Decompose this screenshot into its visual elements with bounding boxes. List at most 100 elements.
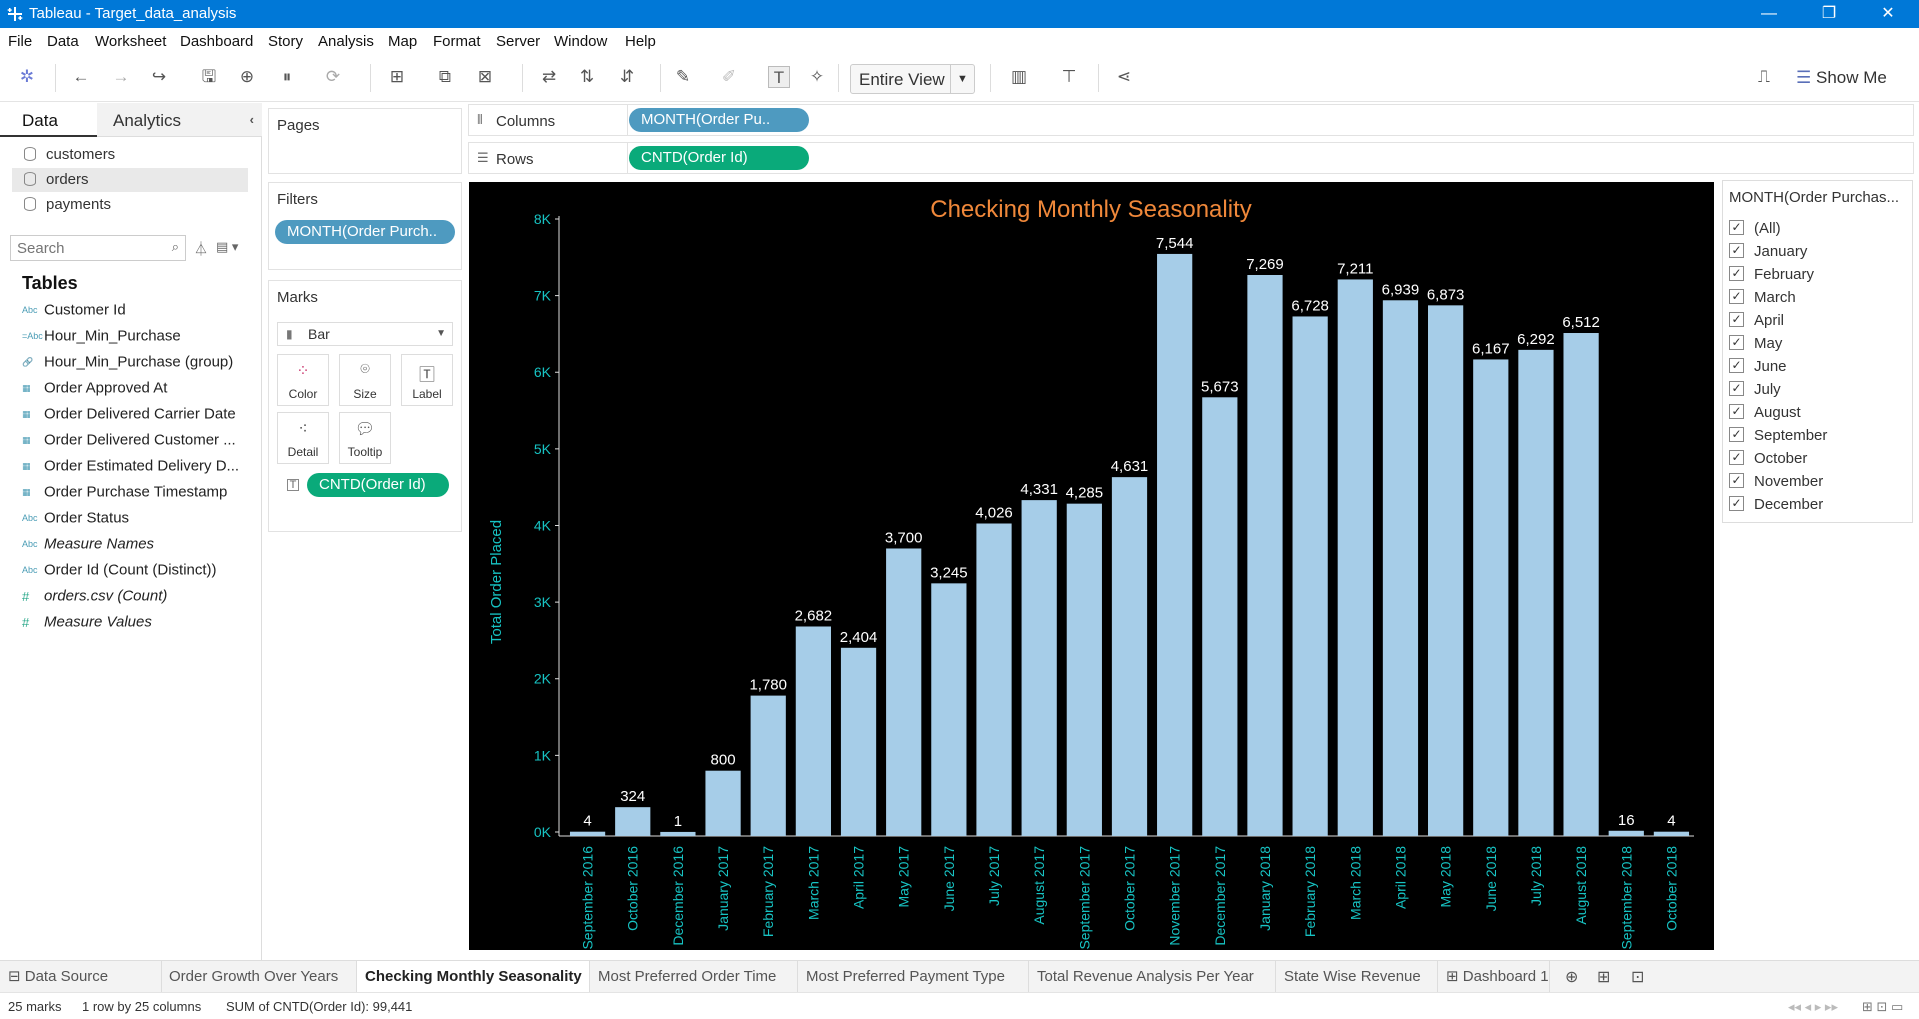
fix-axes-icon[interactable]: ✧ — [806, 66, 828, 88]
bar[interactable] — [569, 831, 606, 836]
data-source-orders[interactable]: orders — [12, 168, 248, 192]
checkbox-checked-icon[interactable]: ✓ — [1729, 335, 1744, 350]
pause-updates-icon[interactable]: ⏸ — [276, 66, 298, 88]
bar[interactable] — [1292, 316, 1328, 836]
refresh-icon[interactable]: ⟳ — [322, 66, 344, 88]
columns-pill-month[interactable]: MONTH(Order Pu.. — [629, 108, 809, 132]
share-icon[interactable]: ⋖ — [1113, 66, 1135, 88]
field-item[interactable]: Abc Order Id (Count (Distinct)) — [22, 561, 217, 585]
filters-shelf[interactable]: Filters MONTH(Order Purch.. — [268, 182, 462, 270]
bar[interactable] — [840, 647, 877, 836]
duplicate-sheet-icon[interactable]: ⧉ — [434, 66, 456, 88]
bar[interactable] — [1337, 279, 1373, 836]
menu-dashboard[interactable]: Dashboard — [180, 33, 253, 50]
format-painter-icon[interactable]: ⎍ — [1753, 66, 1775, 88]
swap-rows-columns-icon[interactable]: ⇄ — [538, 66, 560, 88]
field-item[interactable]: # orders.csv (Count) — [22, 587, 167, 611]
highlight-icon[interactable]: ✎ — [672, 66, 694, 88]
field-item[interactable]: Abc Measure Names — [22, 535, 154, 559]
menu-window[interactable]: Window — [554, 33, 607, 50]
sort-descending-icon[interactable]: ⇵ — [616, 66, 638, 88]
fit-dropdown[interactable]: Entire View ▼ — [850, 64, 975, 94]
filter-icon[interactable]: ⏃ — [194, 239, 208, 259]
checkbox-checked-icon[interactable]: ✓ — [1729, 473, 1744, 488]
new-worksheet-icon[interactable]: ⊕ — [1565, 967, 1578, 987]
bar[interactable] — [705, 770, 741, 836]
bar[interactable] — [1202, 397, 1238, 836]
sheet-sorter-icon[interactable]: ⊞ ⊡ ▭ — [1862, 999, 1903, 1015]
data-source-payments[interactable]: payments — [12, 193, 248, 217]
checkbox-checked-icon[interactable]: ✓ — [1729, 496, 1744, 511]
bar[interactable] — [1066, 503, 1102, 836]
chart-area[interactable]: Checking Monthly Seasonality Total Order… — [469, 182, 1714, 950]
view-options-icon[interactable]: ▤ ▾ — [216, 239, 238, 255]
tab-dashboard[interactable]: ⊞ Dashboard 1 — [1438, 961, 1550, 993]
close-button[interactable]: ✕ — [1876, 3, 1900, 25]
bar[interactable] — [976, 523, 1012, 836]
tab-sheet[interactable]: Most Preferred Order Time — [590, 961, 798, 993]
bar[interactable] — [1563, 333, 1599, 836]
tableau-home-icon[interactable]: ✲ — [16, 66, 38, 88]
columns-shelf[interactable]: ⦀ Columns MONTH(Order Pu.. — [468, 104, 1914, 136]
menu-analysis[interactable]: Analysis — [318, 33, 374, 50]
checkbox-checked-icon[interactable]: ✓ — [1729, 381, 1744, 396]
redo-icon[interactable]: → — [110, 66, 132, 88]
field-item[interactable]: ▦ Order Delivered Carrier Date — [22, 405, 236, 429]
menu-worksheet[interactable]: Worksheet — [95, 33, 166, 50]
new-story-icon[interactable]: ⊡ — [1631, 967, 1644, 987]
label-button[interactable]: 🅃 Label — [401, 354, 453, 406]
clear-sheet-icon[interactable]: ⊠ — [474, 66, 496, 88]
tab-sheet[interactable]: Total Revenue Analysis Per Year — [1029, 961, 1276, 993]
data-source-customers[interactable]: customers — [12, 143, 248, 167]
show-mark-labels-icon[interactable]: T — [768, 66, 790, 88]
tab-sheet[interactable]: Most Preferred Payment Type — [798, 961, 1029, 993]
menu-file[interactable]: File — [8, 33, 32, 50]
checkbox-checked-icon[interactable]: ✓ — [1729, 312, 1744, 327]
checkbox-checked-icon[interactable]: ✓ — [1729, 243, 1744, 258]
checkbox-checked-icon[interactable]: ✓ — [1729, 358, 1744, 373]
new-data-source-icon[interactable]: ⊕ — [236, 66, 258, 88]
rows-pill-cntd[interactable]: CNTD(Order Id) — [629, 146, 809, 170]
pages-shelf[interactable]: Pages — [268, 108, 462, 174]
size-button[interactable]: ⌾ Size — [339, 354, 391, 406]
group-members-icon[interactable]: ✐ — [718, 66, 740, 88]
detail-button[interactable]: ⁖ Detail — [277, 412, 329, 464]
bar[interactable] — [931, 583, 967, 836]
field-item[interactable]: # Measure Values — [22, 613, 152, 637]
mark-type-dropdown[interactable]: ▮ Bar ▼ — [277, 322, 453, 346]
bar[interactable] — [1428, 305, 1464, 836]
field-item[interactable]: Abc Customer Id — [22, 301, 126, 325]
field-item[interactable]: Abc Order Status — [22, 509, 129, 533]
bar[interactable] — [660, 831, 696, 836]
bar[interactable] — [1382, 300, 1419, 836]
new-worksheet-icon[interactable]: ⊞ — [386, 66, 408, 88]
minimize-button[interactable]: — — [1757, 3, 1781, 25]
bar[interactable] — [1247, 275, 1283, 836]
bar[interactable] — [795, 626, 831, 836]
checkbox-checked-icon[interactable]: ✓ — [1729, 266, 1744, 281]
bar[interactable] — [1608, 830, 1644, 836]
presentation-mode-icon[interactable]: ⊤ — [1058, 66, 1080, 88]
checkbox-checked-icon[interactable]: ✓ — [1729, 289, 1744, 304]
undo-icon[interactable]: ← — [70, 66, 92, 88]
tab-data-source[interactable]: ⊟ Data Source — [0, 961, 162, 993]
tab-analytics[interactable]: Analytics ‹ — [97, 103, 262, 137]
menu-story[interactable]: Story — [268, 33, 303, 50]
marks-pill-cntd[interactable]: CNTD(Order Id) — [307, 473, 449, 497]
tab-data[interactable]: Data — [0, 103, 97, 137]
menu-data[interactable]: Data — [47, 33, 79, 50]
checkbox-checked-icon[interactable]: ✓ — [1729, 404, 1744, 419]
bar[interactable] — [1157, 253, 1193, 837]
search-input[interactable] — [17, 239, 157, 257]
menu-format[interactable]: Format — [433, 33, 481, 50]
bar[interactable] — [1473, 359, 1509, 836]
tooltip-button[interactable]: 💬︎ Tooltip — [339, 412, 391, 464]
checkbox-checked-icon[interactable]: ✓ — [1729, 450, 1744, 465]
field-search[interactable]: ⌕ — [10, 235, 186, 261]
menu-map[interactable]: Map — [388, 33, 417, 50]
field-item[interactable]: =AbcHour_Min_Purchase — [22, 327, 181, 351]
bar[interactable] — [1653, 831, 1690, 836]
bar[interactable] — [1111, 477, 1148, 836]
bar[interactable] — [886, 548, 922, 836]
sheet-nav-icons[interactable]: ◂◂ ◂ ▸ ▸▸ — [1788, 999, 1838, 1015]
